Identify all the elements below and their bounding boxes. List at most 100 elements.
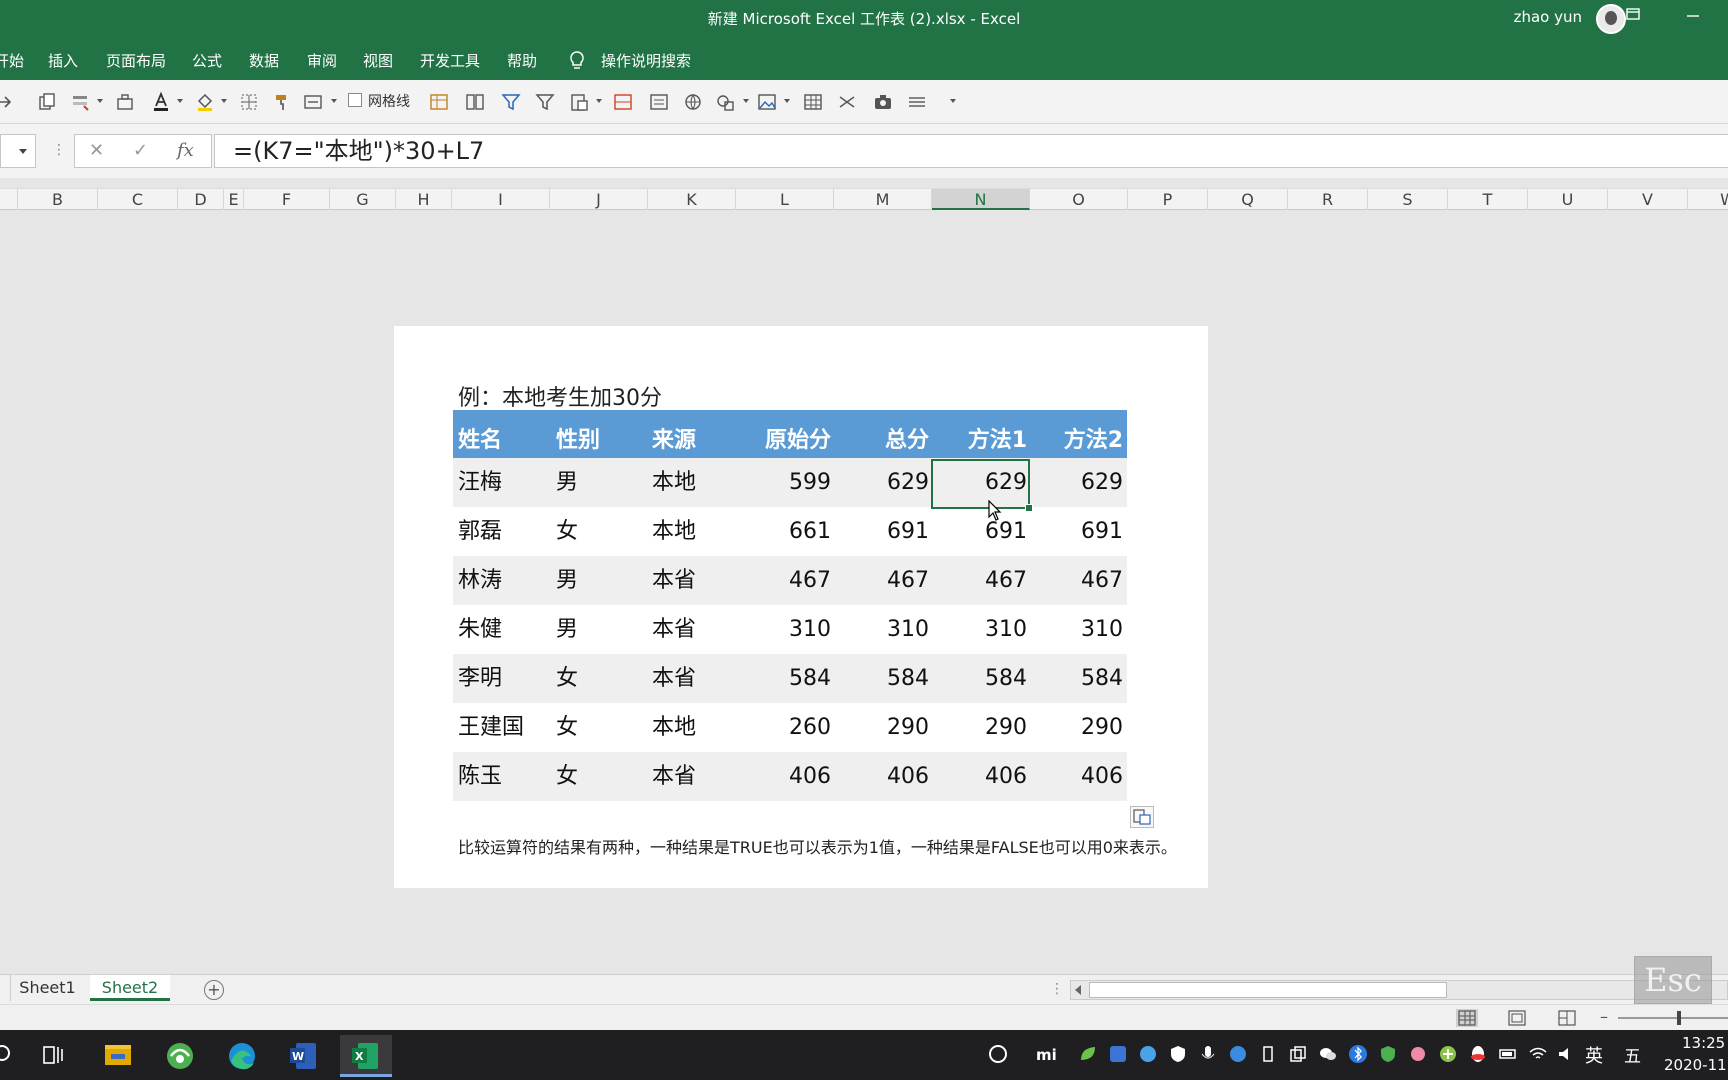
scrollbar-thumb[interactable] — [1089, 982, 1447, 998]
word-icon[interactable]: W — [278, 1035, 330, 1077]
task-view-icon[interactable] — [28, 1035, 80, 1077]
camera-icon[interactable] — [872, 91, 894, 113]
paste-options-icon[interactable] — [1130, 806, 1154, 828]
plus-app-icon[interactable] — [1438, 1044, 1458, 1064]
shapes-icon[interactable] — [714, 91, 736, 113]
chevron-down-icon[interactable] — [784, 99, 790, 103]
restore-icon[interactable] — [1618, 6, 1648, 26]
normal-view-icon[interactable] — [1456, 1009, 1478, 1027]
security-icon[interactable] — [1378, 1044, 1398, 1064]
chevron-down-icon[interactable] — [596, 99, 602, 103]
sort-filter-icon[interactable] — [500, 91, 522, 113]
column-header-s[interactable]: S — [1368, 189, 1448, 210]
chevron-down-icon[interactable] — [97, 99, 103, 103]
shield-icon[interactable] — [1168, 1044, 1188, 1064]
column-header-partial[interactable] — [0, 189, 18, 210]
page-layout-view-icon[interactable] — [1506, 1009, 1528, 1027]
column-header-n[interactable]: N — [932, 189, 1030, 210]
column-header-p[interactable]: P — [1128, 189, 1208, 210]
minimize-icon[interactable] — [1678, 6, 1708, 26]
column-header-t[interactable]: T — [1448, 189, 1528, 210]
tab-help[interactable]: 帮助 — [507, 50, 537, 71]
mi-icon[interactable]: mi — [1036, 1044, 1057, 1064]
file-explorer-icon[interactable] — [92, 1035, 144, 1077]
paste-special-icon[interactable] — [568, 91, 590, 113]
lightbulb-icon[interactable] — [568, 50, 586, 70]
add-sheet-icon[interactable]: + — [204, 980, 224, 1000]
column-header-b[interactable]: B — [18, 189, 98, 210]
column-header-u[interactable]: U — [1528, 189, 1608, 210]
align-icon[interactable] — [906, 91, 928, 113]
merge-icon[interactable] — [302, 91, 324, 113]
volume-icon[interactable] — [1556, 1044, 1576, 1064]
column-header-d[interactable]: D — [178, 189, 224, 210]
format-painter-icon[interactable] — [272, 91, 294, 113]
more-icon[interactable]: ⋮ — [52, 142, 66, 158]
scroll-left-icon[interactable] — [1075, 985, 1081, 995]
bluetooth-icon[interactable] — [1348, 1044, 1368, 1064]
more-icon[interactable]: ⋮ — [1050, 981, 1064, 997]
copy-window-icon[interactable] — [1288, 1044, 1308, 1064]
column-header-j[interactable]: J — [550, 189, 648, 210]
excel-taskbar-icon[interactable]: X — [340, 1035, 392, 1077]
name-box[interactable] — [0, 134, 36, 168]
battery-icon[interactable] — [1498, 1044, 1518, 1064]
chevron-down-icon[interactable] — [743, 99, 749, 103]
cloud-icon[interactable] — [1138, 1044, 1158, 1064]
column-header-k[interactable]: K — [648, 189, 736, 210]
chevron-down-icon[interactable] — [221, 99, 227, 103]
ime-mode[interactable]: 五 — [1624, 1042, 1641, 1067]
tab-home[interactable]: 开始 — [0, 50, 24, 71]
edge-icon[interactable] — [216, 1035, 268, 1077]
formula-input[interactable]: =(K7="本地")*30+L7 — [214, 134, 1728, 168]
column-header-v[interactable]: V — [1608, 189, 1688, 210]
picture-icon[interactable] — [756, 91, 778, 113]
sogou-icon[interactable] — [1108, 1044, 1128, 1064]
clear-icon[interactable] — [114, 91, 136, 113]
column-header-q[interactable]: Q — [1208, 189, 1288, 210]
app-tray-icon[interactable] — [988, 1044, 1008, 1064]
ime-language[interactable]: 英 — [1585, 1042, 1603, 1068]
column-header-l[interactable]: L — [736, 189, 834, 210]
qq-icon[interactable] — [1468, 1044, 1488, 1064]
font-color-icon[interactable] — [150, 91, 172, 113]
sheet-tab-sheet1[interactable]: Sheet1 — [10, 975, 84, 1001]
column-header-h[interactable]: H — [396, 189, 452, 210]
column-header-i[interactable]: I — [452, 189, 550, 210]
pasted-picture[interactable]: 例：本地考生加30分 姓名 性别 来源 原始分 总分 方法1 方法2 汪梅 男 … — [394, 326, 1208, 888]
column-header-e[interactable]: E — [224, 189, 244, 210]
table-format-icon[interactable] — [428, 91, 450, 113]
wechat-icon[interactable] — [1318, 1044, 1338, 1064]
enter-icon[interactable]: ✓ — [133, 140, 148, 161]
fill-color-icon[interactable] — [194, 91, 216, 113]
link-icon[interactable] — [682, 91, 704, 113]
tab-data[interactable]: 数据 — [249, 50, 279, 71]
chevron-down-icon[interactable] — [331, 99, 337, 103]
clock-date[interactable]: 2020-11 — [1664, 1056, 1727, 1074]
column-header-r[interactable]: R — [1288, 189, 1368, 210]
column-header-c[interactable]: C — [98, 189, 178, 210]
clock-time[interactable]: 13:25 — [1682, 1034, 1725, 1052]
column-header-o[interactable]: O — [1030, 189, 1128, 210]
horizontal-scrollbar[interactable] — [1070, 980, 1728, 1000]
column-header-w[interactable]: W — [1688, 189, 1728, 210]
user-name[interactable]: zhao yun — [1514, 8, 1582, 26]
zoom-slider-thumb[interactable] — [1677, 1011, 1681, 1025]
insert-rows-icon[interactable] — [612, 91, 634, 113]
tab-view[interactable]: 视图 — [363, 50, 393, 71]
customize-toolbar-icon[interactable] — [950, 99, 956, 103]
tab-review[interactable]: 审阅 — [307, 50, 337, 71]
tab-page-layout[interactable]: 页面布局 — [106, 50, 166, 71]
tab-insert[interactable]: 插入 — [48, 50, 78, 71]
wifi-icon[interactable] — [1528, 1044, 1548, 1064]
leaf-icon[interactable] — [1078, 1044, 1098, 1064]
usb-icon[interactable] — [1258, 1044, 1278, 1064]
sheet-tab-sheet2[interactable]: Sheet2 — [90, 975, 170, 1001]
gridlines-checkbox[interactable] — [348, 93, 362, 107]
column-header-m[interactable]: M — [834, 189, 932, 210]
tab-formulas[interactable]: 公式 — [192, 50, 222, 71]
insert-function-icon[interactable]: fx — [177, 140, 194, 161]
form-icon[interactable] — [648, 91, 670, 113]
flower-icon[interactable] — [1408, 1044, 1428, 1064]
zoom-slider[interactable] — [1618, 1017, 1728, 1019]
